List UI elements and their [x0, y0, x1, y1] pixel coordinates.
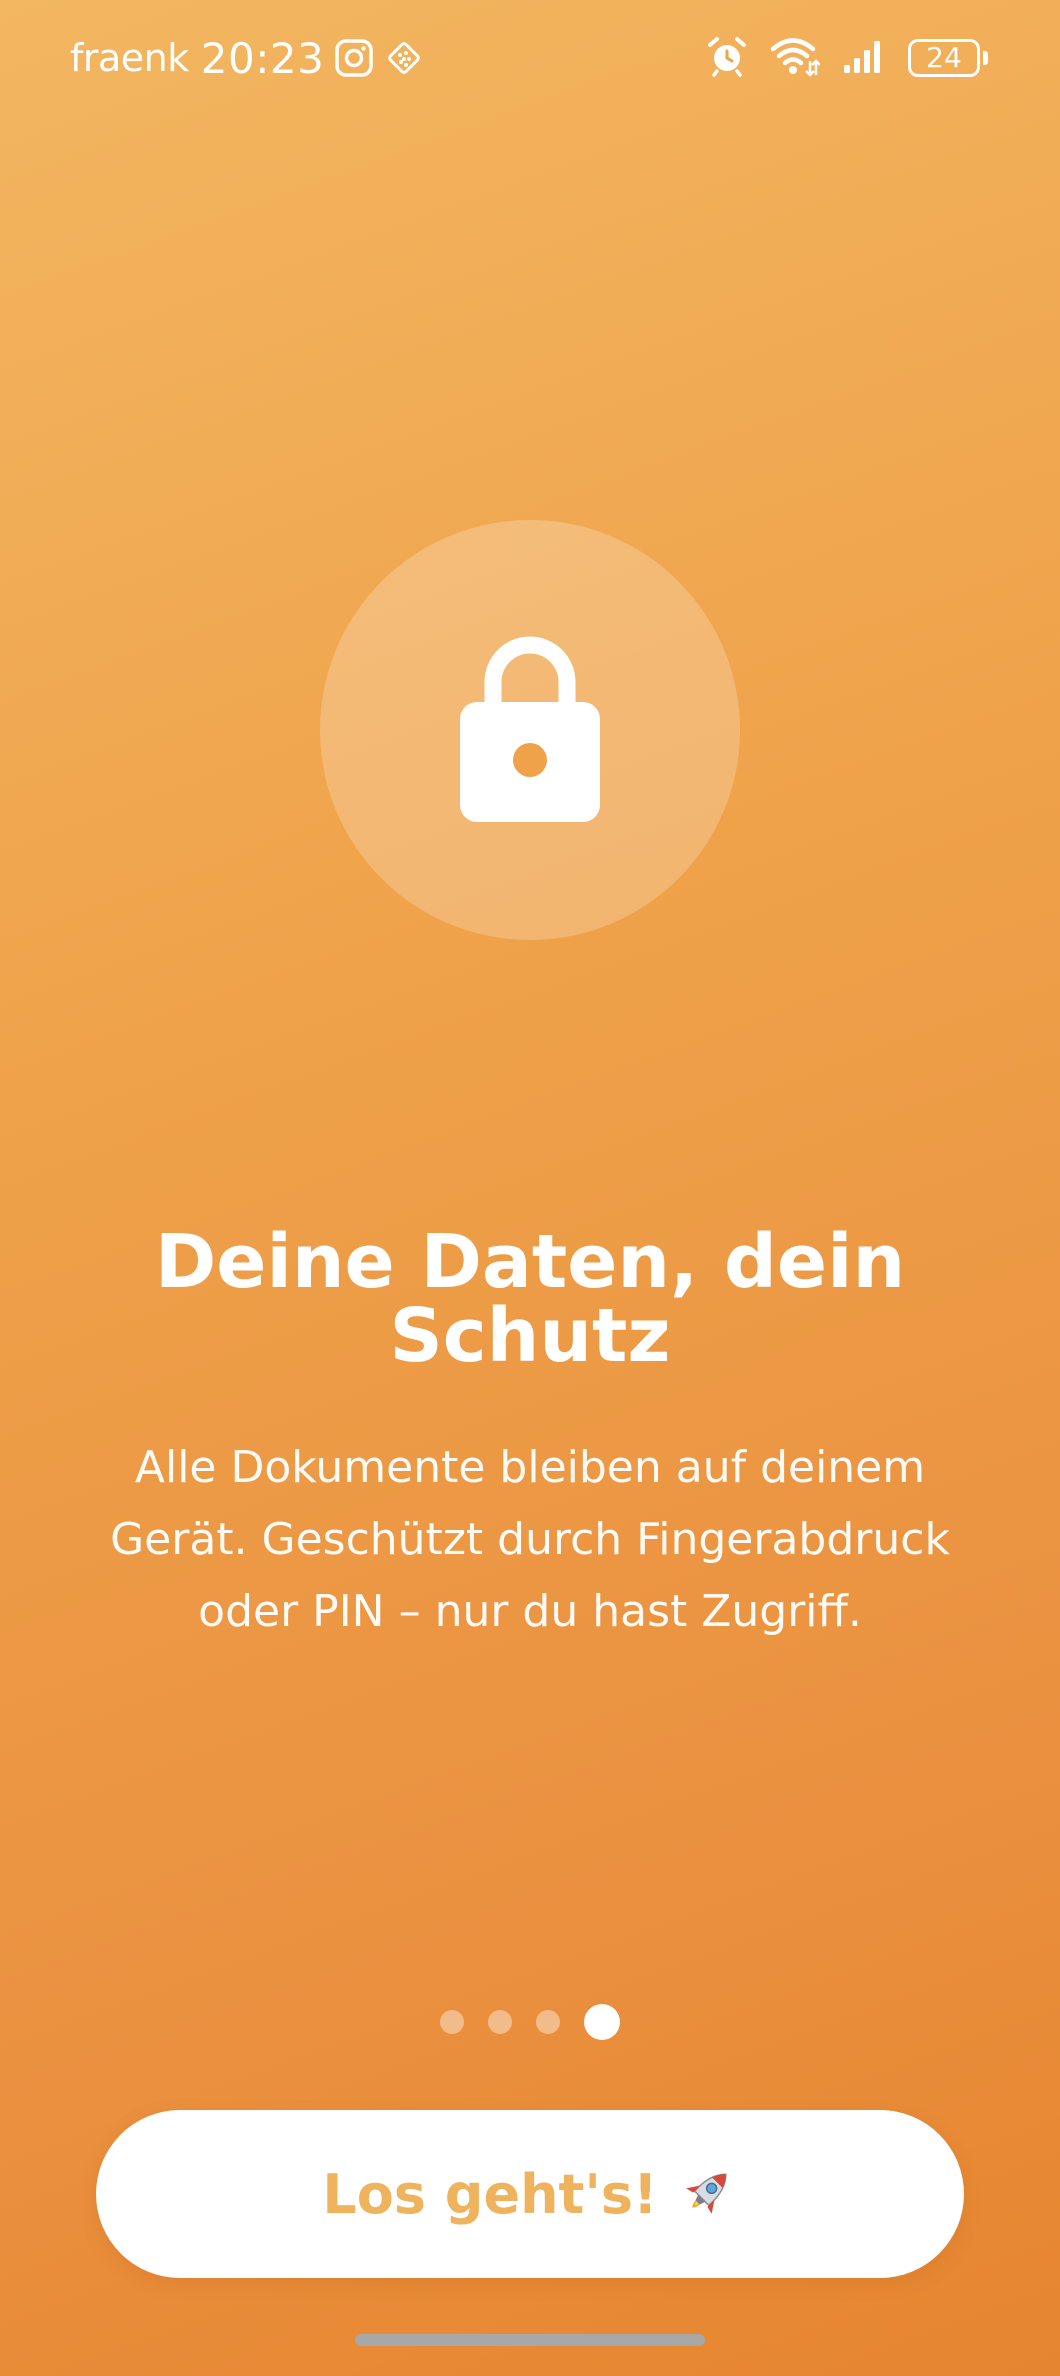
status-bar-right: 24	[706, 28, 988, 88]
rocket-icon	[674, 2162, 738, 2226]
lock-hero-circle	[320, 520, 740, 940]
onboarding-description: Alle Dokumente bleiben auf deinem Gerät.…	[110, 1442, 950, 1637]
signal-icon	[842, 37, 886, 79]
page-dot-2[interactable]	[488, 2010, 512, 2034]
status-bar-left: fraenk 20:23	[70, 28, 424, 88]
alarm-icon	[706, 35, 748, 81]
carrier-name: fraenk	[70, 36, 189, 80]
get-started-label: Los geht's!	[322, 2162, 658, 2226]
page-dot-1[interactable]	[440, 2010, 464, 2034]
battery-level: 24	[908, 39, 980, 77]
app-grid-icon	[384, 38, 424, 78]
battery-tip	[983, 51, 988, 65]
battery-indicator: 24	[908, 39, 988, 77]
home-indicator[interactable]	[355, 2334, 705, 2346]
page-dot-4-active[interactable]	[584, 2004, 620, 2040]
status-bar: fraenk 20:23 24	[0, 0, 1060, 116]
onboarding-title: Deine Daten, dein Schutz	[154, 1219, 906, 1379]
page-dot-3[interactable]	[536, 2010, 560, 2034]
page-indicator	[0, 2000, 1060, 2044]
wifi-icon	[770, 35, 821, 81]
instagram-icon	[334, 38, 374, 78]
status-time: 20:23	[200, 33, 325, 83]
get-started-button[interactable]: Los geht's!	[96, 2110, 964, 2278]
lock-icon	[455, 630, 605, 830]
